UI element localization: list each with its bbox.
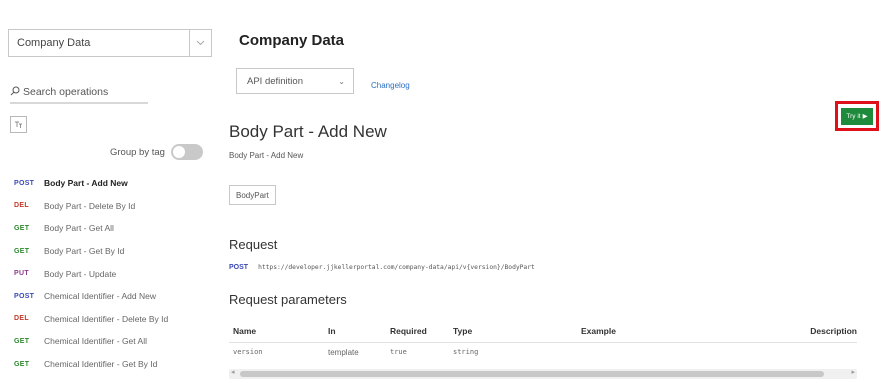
list-item[interactable]: POST Body Part - Add New	[14, 172, 214, 195]
params-heading: Request parameters	[229, 292, 347, 307]
column-header: Required	[390, 326, 427, 336]
list-item[interactable]: GET Chemical Identifier - Get By Id	[14, 353, 214, 376]
table-row: version template true string	[229, 348, 857, 364]
list-item[interactable]: DEL Body Part - Delete By Id	[14, 195, 214, 218]
method-badge: GET	[14, 337, 30, 345]
request-method: POST	[229, 264, 249, 271]
method-badge: GET	[14, 224, 30, 232]
method-badge: DEL	[14, 315, 29, 323]
api-select-value: Company Data	[17, 37, 91, 49]
search-box[interactable]: Search operations	[10, 82, 148, 104]
method-badge: POST	[14, 292, 35, 300]
operation-name: Chemical Identifier - Delete By Id	[44, 313, 169, 324]
operation-name: Chemical Identifier - Add New	[44, 291, 156, 302]
operation-subtitle: Body Part - Add New	[229, 151, 304, 160]
group-by-label: Group by tag	[110, 146, 165, 158]
divider	[229, 342, 857, 343]
method-badge: GET	[14, 360, 30, 368]
request-url: https://developer.jjkellerportal.com/com…	[258, 264, 535, 271]
scrollbar-thumb[interactable]	[240, 371, 824, 377]
method-badge: DEL	[14, 202, 29, 210]
chevron-down-icon: ⌄	[338, 76, 345, 86]
column-header: Description	[810, 326, 857, 336]
request-heading: Request	[229, 237, 278, 252]
filter-icon	[14, 116, 23, 134]
chevron-down-icon[interactable]	[189, 30, 211, 56]
try-it-label: Try it	[846, 112, 861, 120]
search-icon	[10, 83, 20, 101]
table-cell: true	[390, 348, 407, 356]
column-header: In	[328, 326, 336, 336]
page-title: Company Data	[239, 32, 345, 49]
definition-select[interactable]: API definition ⌄	[236, 68, 354, 94]
method-badge: GET	[14, 247, 30, 255]
operation-name: Body Part - Update	[44, 268, 117, 279]
list-item[interactable]: GET Chemical Identifier - Get All	[14, 330, 214, 353]
column-header: Example	[581, 326, 616, 336]
column-header: Name	[233, 326, 257, 336]
table-cell: string	[453, 348, 479, 356]
table-cell: template	[328, 348, 359, 357]
search-input[interactable]: Search operations	[23, 86, 108, 98]
operations-list: POST Body Part - Add New DEL Body Part -…	[14, 172, 214, 375]
try-it-button[interactable]: Try it ▶	[841, 107, 873, 125]
request-url-line: POST https://developer.jjkellerportal.co…	[229, 264, 535, 271]
list-item[interactable]: POST Chemical Identifier - Add New	[14, 285, 214, 308]
api-select[interactable]: Company Data	[8, 29, 212, 57]
scroll-right-icon[interactable]: ▸	[851, 368, 855, 376]
method-badge: PUT	[14, 270, 29, 278]
group-by-toggle[interactable]	[170, 144, 203, 160]
operation-name: Body Part - Get All	[44, 223, 114, 234]
horizontal-scrollbar[interactable]: ◂ ▸	[229, 369, 857, 379]
table-cell: version	[233, 348, 263, 356]
operation-name: Chemical Identifier - Get All	[44, 336, 147, 347]
changelog-link[interactable]: Changelog	[371, 81, 410, 90]
column-header: Type	[453, 326, 473, 336]
list-item[interactable]: DEL Chemical Identifier - Delete By Id	[14, 308, 214, 331]
operation-title: Body Part - Add New	[229, 122, 387, 141]
definition-select-value: API definition	[247, 75, 303, 87]
list-item[interactable]: GET Body Part - Get By Id	[14, 240, 214, 263]
group-by-tag: Group by tag	[110, 144, 203, 160]
operation-name: Chemical Identifier - Get By Id	[44, 359, 158, 370]
operation-name: Body Part - Add New	[44, 178, 128, 189]
try-it-highlight: Try it ▶	[835, 101, 879, 131]
list-item[interactable]: PUT Body Part - Update	[14, 262, 214, 285]
scroll-left-icon[interactable]: ◂	[231, 368, 235, 376]
list-item[interactable]: GET Body Part - Get All	[14, 217, 214, 240]
tag-badge[interactable]: BodyPart	[229, 185, 276, 205]
method-badge: POST	[14, 179, 35, 187]
operation-name: Body Part - Get By Id	[44, 246, 125, 257]
filter-button[interactable]	[10, 116, 27, 133]
play-icon: ▶	[862, 113, 868, 120]
params-table-header: Name In Required Type Example Descriptio…	[229, 326, 857, 342]
operation-name: Body Part - Delete By Id	[44, 200, 136, 211]
